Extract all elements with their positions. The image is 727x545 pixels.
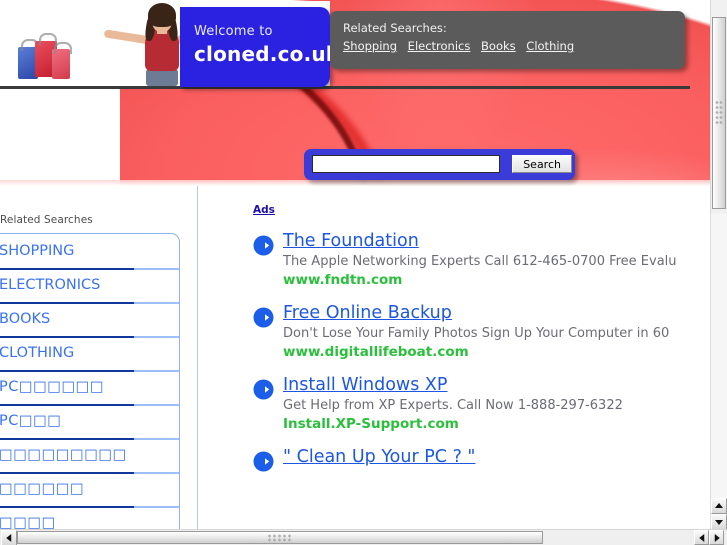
header-link-shopping[interactable]: Shopping — [343, 39, 397, 53]
header-related-searches-label: Related Searches: — [343, 21, 447, 35]
page-content: Welcome to cloned.co.uk Related Searches… — [0, 0, 711, 530]
triangle-down-icon — [715, 520, 723, 525]
triangle-left-icon — [698, 533, 704, 542]
header-link-books[interactable]: Books — [481, 39, 516, 53]
horizontal-scroll-left-group — [1, 530, 17, 545]
inner-vertical-scrollbar-thumb[interactable] — [712, 17, 726, 209]
scrollbar-grip — [715, 100, 723, 126]
ad-title-link[interactable]: Install Windows XP — [283, 374, 447, 396]
search-panel: Search — [304, 149, 575, 180]
scroll-right-button[interactable] — [709, 530, 724, 545]
horizontal-scroll-right-group — [694, 530, 726, 545]
sidebar-item-6[interactable]: PC□□□ — [0, 404, 179, 438]
ad-title-link[interactable]: Free Online Backup — [283, 302, 452, 324]
sidebar-heading: Related Searches — [0, 214, 93, 226]
sidebar-list: SHOPPING ELECTRONICS BOOKS CLOTHING PC□□… — [0, 233, 180, 530]
ad-item: Install Windows XP Get Help from XP Expe… — [205, 374, 705, 436]
sidebar-item-clothing[interactable]: CLOTHING — [0, 336, 179, 370]
horizontal-scrollbar[interactable] — [0, 529, 727, 545]
ad-item: Free Online Backup Don't Lose Your Famil… — [205, 302, 705, 364]
header-link-clothing[interactable]: Clothing — [526, 39, 574, 53]
content-columns: Related Searches SHOPPING ELECTRONICS BO… — [0, 186, 711, 530]
arrow-circle-icon — [253, 379, 274, 400]
sidebar-item-5[interactable]: PC□□□□□□ — [0, 370, 179, 404]
arrow-circle-icon — [253, 451, 274, 472]
ad-description: The Apple Networking Experts Call 612-46… — [283, 254, 677, 269]
triangle-right-icon — [714, 533, 720, 542]
browser-viewport: Welcome to cloned.co.uk Related Searches… — [0, 0, 727, 545]
scrollbar-grip — [267, 533, 293, 542]
sidebar-item-9[interactable]: □□□□ — [0, 506, 179, 530]
search-input[interactable] — [312, 155, 500, 173]
ad-title-link[interactable]: The Foundation — [283, 230, 419, 252]
header-related-searches-links: Shopping Electronics Books Clothing — [343, 38, 685, 54]
hero-section: Welcome to cloned.co.uk Related Searches… — [0, 0, 711, 186]
sidebar-item-electronics[interactable]: ELECTRONICS — [0, 268, 179, 302]
scroll-down-button[interactable] — [711, 514, 727, 530]
welcome-subtitle: Welcome to — [194, 24, 273, 39]
ad-item: The Foundation The Apple Networking Expe… — [205, 230, 705, 292]
ad-title-link[interactable]: " Clean Up Your PC ? " — [283, 446, 475, 468]
scroll-left-button-2[interactable] — [694, 530, 709, 545]
sidebar-item-8[interactable]: □□□□□□ — [0, 472, 179, 506]
scroll-up-button[interactable] — [711, 498, 727, 514]
sidebar-item-books[interactable]: BOOKS — [0, 302, 179, 336]
sidebar-item-7[interactable]: □□□□□□□□□ — [0, 438, 179, 472]
ad-item: " Clean Up Your PC ? " — [205, 446, 705, 508]
sidebar-item-shopping[interactable]: SHOPPING — [0, 234, 179, 268]
ad-description: Don't Lose Your Family Photos Sign Up Yo… — [283, 326, 670, 341]
header-link-electronics[interactable]: Electronics — [408, 39, 471, 53]
inner-vertical-scrollbar[interactable] — [710, 0, 727, 214]
ads-label: Ads — [205, 186, 705, 220]
vertical-scrollbar-buttons — [711, 498, 727, 530]
triangle-left-icon — [6, 534, 12, 542]
search-button[interactable]: Search — [512, 155, 573, 173]
arrow-circle-icon — [253, 235, 274, 256]
site-title: cloned.co.uk — [194, 42, 340, 66]
vertical-scrollbar[interactable] — [710, 214, 727, 530]
header-related-searches-panel: Related Searches: Shopping Electronics B… — [330, 11, 685, 69]
arrow-circle-icon — [253, 307, 274, 328]
ad-display-url: Install.XP-Support.com — [283, 416, 459, 432]
ad-display-url: www.fndtn.com — [283, 272, 403, 288]
ads-column: Ads The Foundation The Apple Networking … — [205, 186, 705, 508]
sidebar-related-searches: Related Searches SHOPPING ELECTRONICS BO… — [0, 186, 180, 530]
scroll-left-button[interactable] — [1, 530, 17, 545]
banner-shadow-strip — [0, 86, 690, 89]
ads-label-link[interactable]: Ads — [253, 204, 275, 216]
welcome-panel: Welcome to cloned.co.uk — [180, 7, 340, 87]
ad-description: Get Help from XP Experts. Call Now 1-888… — [283, 398, 623, 413]
column-divider — [197, 186, 198, 530]
triangle-up-icon — [715, 503, 723, 508]
ad-display-url: www.digitallifeboat.com — [283, 344, 469, 360]
hero-white-margin — [0, 86, 120, 186]
horizontal-scrollbar-thumb[interactable] — [17, 531, 543, 544]
site-banner: Welcome to cloned.co.uk Related Searches… — [0, 0, 690, 89]
